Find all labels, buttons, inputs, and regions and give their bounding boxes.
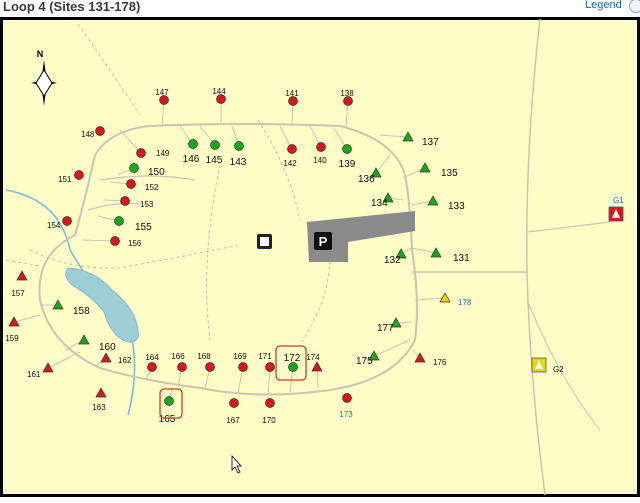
site-circle-marker[interactable] [147, 362, 157, 372]
site-label: 168 [197, 352, 211, 361]
site-circle-marker[interactable] [229, 398, 239, 408]
site-label: 152 [145, 183, 159, 192]
site-label: 138 [340, 89, 354, 98]
site-label: 155 [135, 222, 152, 233]
site-label: 156 [128, 239, 142, 248]
group-site-label: G1 [613, 196, 624, 205]
page-title: Loop 4 (Sites 131-178) [3, 0, 141, 14]
campground-map[interactable]: P N 147 144 141 138 148 149 146 145 143 142 140 139… [0, 17, 640, 498]
site-label: 133 [448, 201, 465, 212]
site-label: 160 [99, 342, 116, 353]
site-label: 159 [5, 334, 19, 343]
site-label: 167 [226, 416, 240, 425]
site-label: 150 [148, 167, 165, 178]
site-label: 145 [206, 155, 223, 166]
site-circle-marker[interactable] [342, 144, 352, 154]
site-label: 137 [422, 137, 439, 148]
site-label: 171 [258, 352, 272, 361]
restroom-icon[interactable] [257, 234, 272, 249]
site-label: 147 [155, 88, 169, 97]
site-circle-marker[interactable] [95, 126, 105, 136]
site-label: 169 [233, 352, 247, 361]
site-circle-marker[interactable] [238, 362, 248, 372]
header-bar: Loop 4 (Sites 131-178) Legend [0, 0, 640, 16]
search-icon[interactable] [629, 0, 640, 13]
site-circle-marker[interactable] [265, 362, 275, 372]
site-label: 149 [156, 149, 170, 158]
site-label: 146 [183, 154, 200, 165]
site-label: 148 [81, 130, 95, 139]
site-label: 166 [171, 352, 185, 361]
site-label: 139 [339, 159, 356, 170]
site-circle-marker[interactable] [110, 236, 120, 246]
site-circle-marker[interactable] [342, 393, 352, 403]
site-circle-marker[interactable] [177, 362, 187, 372]
site-label: 163 [92, 403, 106, 412]
site-label: 175 [356, 356, 373, 367]
site-label: 135 [441, 168, 458, 179]
site-circle-marker[interactable] [164, 396, 174, 406]
site-circle-marker[interactable] [74, 170, 84, 180]
site-circle-marker[interactable] [126, 179, 136, 189]
site-circle-marker[interactable] [210, 140, 220, 150]
legend-link[interactable]: Legend [585, 0, 622, 11]
site-circle-marker[interactable] [265, 398, 275, 408]
site-label: 143 [230, 157, 247, 168]
site-label: 141 [285, 89, 299, 98]
site-circle-marker[interactable] [234, 141, 244, 151]
site-label: 144 [212, 87, 226, 96]
group-site-label: G2 [553, 365, 564, 374]
site-label: 170 [262, 416, 276, 425]
site-label: 162 [118, 356, 132, 365]
site-label: 131 [453, 253, 470, 264]
site-label: 161 [27, 370, 41, 379]
site-circle-marker[interactable] [316, 142, 326, 152]
site-label: 178 [458, 298, 472, 307]
site-label: 176 [433, 358, 447, 367]
site-circle-marker[interactable] [136, 148, 146, 158]
site-label: 173 [339, 410, 353, 419]
site-label: 151 [58, 175, 72, 184]
site-circle-marker[interactable] [120, 196, 130, 206]
site-label: 177 [377, 323, 394, 334]
site-circle-marker[interactable] [114, 216, 124, 226]
map-canvas[interactable]: P N 147 144 141 138 148 149 146 145 143 142 140 139… [0, 17, 640, 498]
site-label: 164 [145, 353, 159, 362]
site-circle-marker[interactable] [287, 144, 297, 154]
site-circle-marker[interactable] [62, 216, 72, 226]
site-label: 140 [313, 156, 327, 165]
site-label: 158 [73, 306, 90, 317]
site-label: 136 [358, 174, 375, 185]
site-label: 172 [284, 353, 301, 364]
site-label: 134 [371, 198, 388, 209]
site-label: 154 [47, 221, 61, 230]
north-label: N [37, 49, 44, 59]
site-label: 142 [283, 159, 297, 168]
parking-label: P [319, 234, 328, 249]
site-label: 174 [306, 353, 320, 362]
site-label: 165 [159, 414, 176, 425]
site-circle-marker[interactable] [129, 163, 139, 173]
site-circle-marker[interactable] [188, 139, 198, 149]
site-label: 153 [140, 200, 154, 209]
site-circle-marker[interactable] [205, 362, 215, 372]
site-label: 157 [11, 289, 25, 298]
site-label: 132 [384, 255, 401, 266]
